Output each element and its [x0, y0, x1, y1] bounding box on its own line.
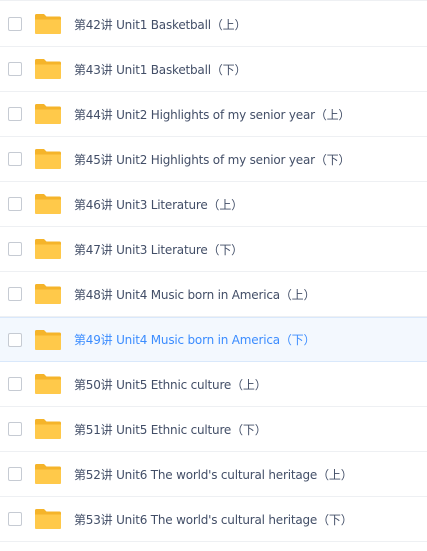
row-checkbox[interactable] [8, 107, 22, 121]
row-checkbox[interactable] [8, 17, 22, 31]
file-row[interactable]: 第47讲 Unit3 Literature（下） [0, 227, 427, 272]
file-row[interactable]: 第53讲 Unit6 The world's cultural heritage… [0, 497, 427, 542]
row-checkbox[interactable] [8, 467, 22, 481]
folder-icon [34, 508, 62, 530]
file-name[interactable]: 第48讲 Unit4 Music born in America（上） [74, 286, 315, 303]
file-name[interactable]: 第49讲 Unit4 Music born in America（下） [74, 331, 315, 348]
file-name[interactable]: 第43讲 Unit1 Basketball（下） [74, 61, 246, 78]
file-name[interactable]: 第50讲 Unit5 Ethnic culture（上） [74, 376, 267, 393]
file-row[interactable]: 第46讲 Unit3 Literature（上） [0, 182, 427, 227]
file-list: 第42讲 Unit1 Basketball（上） 第43讲 Unit1 Bask… [0, 0, 427, 551]
row-checkbox[interactable] [8, 287, 22, 301]
file-name[interactable]: 第42讲 Unit1 Basketball（上） [74, 16, 246, 33]
row-checkbox[interactable] [8, 152, 22, 166]
folder-icon [34, 463, 62, 485]
folder-icon [34, 148, 62, 170]
folder-icon [34, 103, 62, 125]
folder-icon [34, 329, 62, 351]
folder-icon [34, 373, 62, 395]
file-row[interactable]: 第50讲 Unit5 Ethnic culture（上） [0, 362, 427, 407]
row-checkbox[interactable] [8, 332, 22, 347]
folder-icon [34, 283, 62, 305]
folder-icon [34, 58, 62, 80]
file-row[interactable]: 第51讲 Unit5 Ethnic culture（下） [0, 407, 427, 452]
folder-icon [34, 418, 62, 440]
file-row[interactable]: 第48讲 Unit4 Music born in America（上） [0, 272, 427, 317]
file-row-selected[interactable]: 第49讲 Unit4 Music born in America（下） [0, 317, 427, 362]
folder-icon [34, 193, 62, 215]
file-name[interactable]: 第45讲 Unit2 Highlights of my senior year（… [74, 151, 350, 168]
file-name[interactable]: 第51讲 Unit5 Ethnic culture（下） [74, 421, 267, 438]
row-checkbox[interactable] [8, 242, 22, 256]
file-name[interactable]: 第44讲 Unit2 Highlights of my senior year（… [74, 106, 350, 123]
row-checkbox[interactable] [8, 512, 22, 526]
row-checkbox[interactable] [8, 197, 22, 211]
file-name[interactable]: 第52讲 Unit6 The world's cultural heritage… [74, 466, 353, 483]
file-name[interactable]: 第46讲 Unit3 Literature（上） [74, 196, 243, 213]
row-checkbox[interactable] [8, 377, 22, 391]
file-row[interactable]: 第52讲 Unit6 The world's cultural heritage… [0, 452, 427, 497]
row-checkbox[interactable] [8, 422, 22, 436]
file-row[interactable]: 第43讲 Unit1 Basketball（下） [0, 47, 427, 92]
file-row[interactable]: 第45讲 Unit2 Highlights of my senior year（… [0, 137, 427, 182]
row-checkbox[interactable] [8, 62, 22, 76]
file-name[interactable]: 第53讲 Unit6 The world's cultural heritage… [74, 511, 353, 528]
file-name[interactable]: 第47讲 Unit3 Literature（下） [74, 241, 243, 258]
file-row[interactable]: 第44讲 Unit2 Highlights of my senior year（… [0, 92, 427, 137]
folder-icon [34, 13, 62, 35]
file-row[interactable]: 第42讲 Unit1 Basketball（上） [0, 2, 427, 47]
folder-icon [34, 238, 62, 260]
